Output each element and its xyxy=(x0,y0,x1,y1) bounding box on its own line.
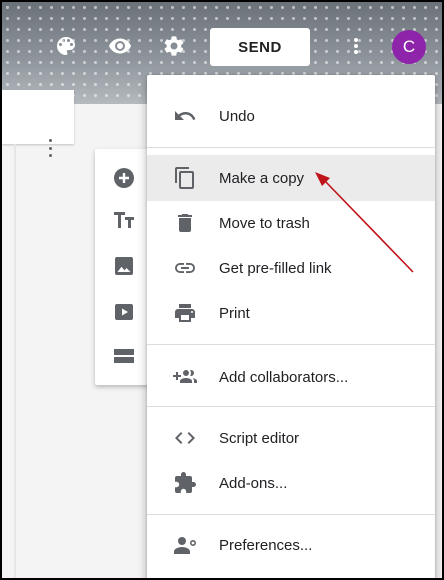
menu-item-label: Preferences... xyxy=(219,536,313,554)
menu-item-add-collaborators[interactable]: Add collaborators... xyxy=(147,354,435,400)
gear-icon[interactable] xyxy=(158,30,190,62)
code-icon xyxy=(173,426,197,450)
menu-item-label: Add-ons... xyxy=(219,474,288,492)
form-title-card xyxy=(2,90,74,144)
menu-item-print[interactable]: Print xyxy=(147,290,435,336)
image-icon[interactable] xyxy=(111,253,137,279)
add-people-icon xyxy=(173,365,197,389)
more-options-menu: Undo Make a copy Move to trash Get pre-f… xyxy=(147,75,435,578)
menu-item-undo[interactable]: Undo xyxy=(147,93,435,139)
menu-divider xyxy=(147,406,435,407)
section-icon[interactable] xyxy=(111,343,137,369)
question-toolbar xyxy=(95,149,155,385)
question-more-icon[interactable] xyxy=(46,139,54,157)
undo-icon xyxy=(173,104,197,128)
menu-divider xyxy=(147,344,435,345)
menu-item-script-editor[interactable]: Script editor xyxy=(147,415,435,461)
menu-item-label: Add collaborators... xyxy=(219,368,349,386)
avatar[interactable]: C xyxy=(392,30,426,64)
title-icon[interactable] xyxy=(111,207,137,233)
menu-item-label: Undo xyxy=(219,107,255,125)
puzzle-icon xyxy=(173,471,197,495)
menu-item-get-pre-filled-link[interactable]: Get pre-filled link xyxy=(147,245,435,291)
menu-item-label: Print xyxy=(219,304,250,322)
menu-item-add-ons[interactable]: Add-ons... xyxy=(147,460,435,506)
print-icon xyxy=(173,301,197,325)
avatar-initial: C xyxy=(402,37,416,56)
menu-item-label: Move to trash xyxy=(219,214,310,232)
form-card-edge xyxy=(14,144,16,578)
add-circle-icon[interactable] xyxy=(111,165,137,191)
eye-icon[interactable] xyxy=(104,30,136,62)
app-window: SEND C Undo Make a copy Move to trash Ge… xyxy=(0,0,444,580)
menu-item-preferences[interactable]: Preferences... xyxy=(147,522,435,568)
menu-item-label: Script editor xyxy=(219,429,300,447)
palette-icon[interactable] xyxy=(50,30,82,62)
copy-icon xyxy=(173,166,197,190)
menu-item-label: Make a copy xyxy=(219,169,305,187)
person-settings-icon xyxy=(173,533,197,557)
video-icon[interactable] xyxy=(111,299,137,325)
menu-item-move-to-trash[interactable]: Move to trash xyxy=(147,200,435,246)
more-vert-icon[interactable] xyxy=(340,30,372,62)
send-button[interactable]: SEND xyxy=(210,28,310,66)
link-icon xyxy=(173,256,197,280)
menu-item-make-a-copy[interactable]: Make a copy xyxy=(147,155,435,201)
trash-icon xyxy=(173,211,197,235)
menu-item-label: Get pre-filled link xyxy=(219,259,332,277)
menu-divider xyxy=(147,147,435,148)
menu-divider xyxy=(147,514,435,515)
